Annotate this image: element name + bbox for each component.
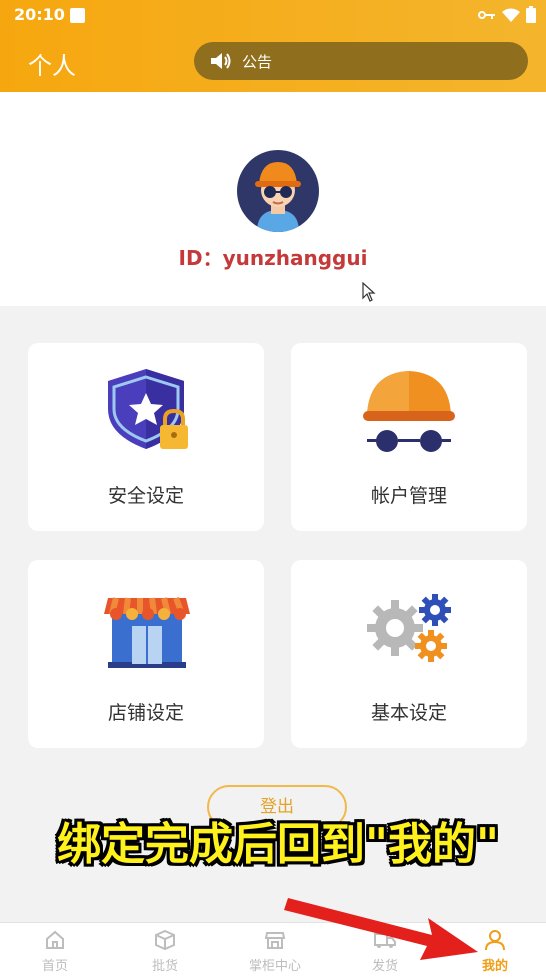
tab-wholesale[interactable]: 批货 [110, 929, 220, 974]
notification-icon [70, 8, 85, 23]
home-icon [46, 930, 64, 949]
truck-icon [374, 933, 396, 948]
box-icon [155, 929, 175, 951]
user-id: ID：yunzhanggui [178, 246, 368, 270]
mouse-cursor-icon [362, 282, 376, 302]
video-caption: 绑定完成后回到"我的" [57, 819, 499, 870]
tab-home[interactable]: 首页 [0, 929, 110, 974]
tab-label: 掌柜中心 [248, 959, 301, 974]
status-icons [478, 6, 536, 23]
tab-label: 首页 [41, 959, 68, 974]
tab-mine[interactable]: 我的 [440, 929, 546, 974]
tab-shopkeeper-center[interactable]: 掌柜中心 [220, 929, 330, 974]
user-icon [485, 930, 505, 951]
card-security-settings[interactable]: 安全设定 [28, 343, 264, 531]
card-account-management[interactable]: 帐户管理 [291, 343, 527, 531]
card-store-settings[interactable]: 店铺设定 [28, 560, 264, 748]
gears-icon [291, 580, 527, 672]
shield-lock-icon [28, 363, 264, 455]
battery-icon [526, 6, 536, 23]
tab-shipping[interactable]: 发货 [330, 929, 440, 974]
tab-label: 批货 [151, 959, 178, 974]
card-label: 安全设定 [107, 485, 184, 507]
card-label: 帐户管理 [370, 485, 447, 507]
shop-icon [264, 932, 286, 949]
avatar[interactable] [237, 150, 319, 232]
app-header: 个人 公告 [0, 32, 546, 92]
notice-bar[interactable]: 公告 [194, 42, 528, 80]
card-basic-settings[interactable]: 基本设定 [291, 560, 527, 748]
store-icon [28, 580, 264, 672]
wifi-icon [502, 8, 520, 22]
speaker-icon [211, 53, 231, 69]
account-cap-icon [291, 363, 527, 455]
card-label: 店铺设定 [107, 702, 184, 724]
tab-label: 发货 [371, 959, 398, 974]
card-label: 基本设定 [370, 702, 447, 724]
status-time: 20:10 [14, 5, 65, 24]
tab-label: 我的 [481, 959, 508, 974]
bottom-tab-bar: 首页 批货 掌柜中心 发货 我的 [0, 922, 546, 978]
notice-label: 公告 [242, 52, 273, 71]
page-title: 个人 [28, 52, 76, 80]
key-icon [478, 10, 495, 19]
status-bar: 20:10 [0, 0, 546, 32]
profile-section: ID：yunzhanggui [0, 92, 546, 306]
